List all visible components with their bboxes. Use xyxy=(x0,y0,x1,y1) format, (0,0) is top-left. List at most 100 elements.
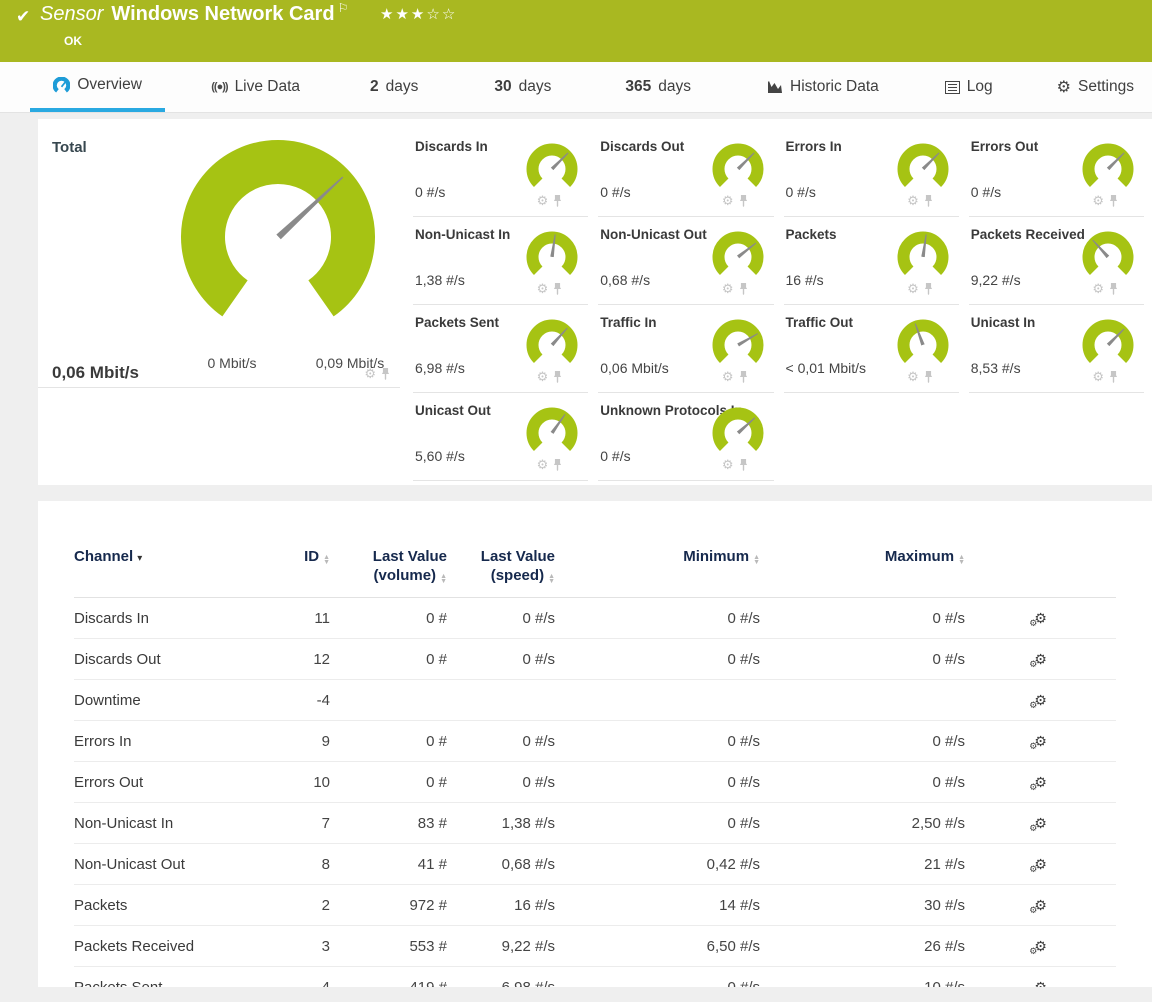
gauge-dial xyxy=(1080,229,1136,285)
pin-icon[interactable] xyxy=(924,195,933,207)
gear-icon[interactable]: ⚙ xyxy=(537,458,549,471)
channel-gauge-card[interactable]: Discards In 0 #/s ⚙ xyxy=(413,129,588,217)
channel-gauge-card[interactable]: Errors Out 0 #/s ⚙ xyxy=(969,129,1144,217)
channel-settings-button[interactable]: ⚙⚙ xyxy=(965,733,1116,750)
table-row[interactable]: Discards Out 12 0 # 0 #/s 0 #/s 0 #/s ⚙⚙ xyxy=(74,639,1116,680)
pin-icon[interactable] xyxy=(553,195,562,207)
table-row[interactable]: Packets 2 972 # 16 #/s 14 #/s 30 #/s ⚙⚙ xyxy=(74,885,1116,926)
total-gauge-card[interactable]: Total 0 Mbit/s 0,09 Mbit/s 0,06 Mbit/s ⚙ xyxy=(38,119,413,485)
gauge-dial xyxy=(524,405,580,461)
table-row[interactable]: Errors Out 10 0 # 0 #/s 0 #/s 0 #/s ⚙⚙ xyxy=(74,762,1116,803)
cell-channel: Non-Unicast In xyxy=(74,815,264,832)
column-header-last-value-speed[interactable]: Last Value (speed)▲▼ xyxy=(447,547,555,585)
channel-settings-button[interactable]: ⚙⚙ xyxy=(965,979,1116,988)
table-row[interactable]: Errors In 9 0 # 0 #/s 0 #/s 0 #/s ⚙⚙ xyxy=(74,721,1116,762)
pin-icon[interactable] xyxy=(739,195,748,207)
channel-gauge-card[interactable]: Packets Received 9,22 #/s ⚙ xyxy=(969,217,1144,305)
table-row[interactable]: Packets Received 3 553 # 9,22 #/s 6,50 #… xyxy=(74,926,1116,967)
channel-gauge-card[interactable]: Non-Unicast Out 0,68 #/s ⚙ xyxy=(598,217,773,305)
channel-settings-button[interactable]: ⚙⚙ xyxy=(965,692,1116,709)
star-filled-icon[interactable]: ★ xyxy=(395,6,410,23)
channel-gauge-card[interactable]: Traffic In 0,06 Mbit/s ⚙ xyxy=(598,305,773,393)
pin-icon[interactable] xyxy=(924,371,933,383)
gauge-title: Traffic Out xyxy=(786,315,854,330)
table-row[interactable]: Packets Sent 4 419 # 6,98 #/s 0 #/s 10 #… xyxy=(74,967,1116,987)
channel-gauge-card[interactable]: Errors In 0 #/s ⚙ xyxy=(784,129,959,217)
channel-settings-button[interactable]: ⚙⚙ xyxy=(965,856,1116,873)
gear-icon[interactable]: ⚙ xyxy=(722,282,734,295)
tab-label: Settings xyxy=(1078,78,1134,96)
table-row[interactable]: Non-Unicast Out 8 41 # 0,68 #/s 0,42 #/s… xyxy=(74,844,1116,885)
pin-icon[interactable] xyxy=(739,283,748,295)
pin-icon[interactable] xyxy=(1109,283,1118,295)
channel-gauge-card[interactable]: Non-Unicast In 1,38 #/s ⚙ xyxy=(413,217,588,305)
pin-icon[interactable] xyxy=(1109,195,1118,207)
channel-gauge-card[interactable]: Packets Sent 6,98 #/s ⚙ xyxy=(413,305,588,393)
tab-log[interactable]: Log xyxy=(927,62,1011,112)
tab-2-days[interactable]: 2 days xyxy=(352,62,436,112)
gear-icon[interactable]: ⚙ xyxy=(537,194,549,207)
gear-icon[interactable]: ⚙ xyxy=(1092,194,1104,207)
gear-icon[interactable]: ⚙ xyxy=(537,282,549,295)
sensor-name[interactable]: Windows Network Card xyxy=(111,3,334,25)
cell-last-value-volume: 0 # xyxy=(330,774,447,791)
gear-icon[interactable]: ⚙ xyxy=(1092,282,1104,295)
gear-icon[interactable]: ⚙ xyxy=(537,370,549,383)
channel-settings-button[interactable]: ⚙⚙ xyxy=(965,815,1116,832)
tab-historic-data[interactable]: Historic Data xyxy=(749,62,897,112)
tab-30-days[interactable]: 30 days xyxy=(476,62,569,112)
gear-icon[interactable]: ⚙ xyxy=(722,458,734,471)
channel-settings-button[interactable]: ⚙⚙ xyxy=(965,938,1116,955)
pin-icon[interactable] xyxy=(553,283,562,295)
tab-live-data[interactable]: ((●)) Live Data xyxy=(193,62,318,112)
star-filled-icon[interactable]: ★ xyxy=(380,6,395,23)
channel-gauge-card[interactable]: Traffic Out < 0,01 Mbit/s ⚙ xyxy=(784,305,959,393)
cell-maximum: 0 #/s xyxy=(760,733,965,750)
cell-channel: Discards In xyxy=(74,610,264,627)
channel-gauge-card[interactable]: Unicast In 8,53 #/s ⚙ xyxy=(969,305,1144,393)
tab-365-days[interactable]: 365 days xyxy=(607,62,709,112)
star-empty-icon[interactable]: ☆ xyxy=(426,6,441,23)
table-row[interactable]: Discards In 11 0 # 0 #/s 0 #/s 0 #/s ⚙⚙ xyxy=(74,598,1116,639)
channel-gauge-card[interactable]: Packets 16 #/s ⚙ xyxy=(784,217,959,305)
pin-icon[interactable] xyxy=(1109,371,1118,383)
column-header-last-value-volume[interactable]: Last Value (volume)▲▼ xyxy=(330,547,447,585)
channel-gauge-card[interactable]: Unknown Protocols In 0 #/s ⚙ xyxy=(598,393,773,481)
tab-overview[interactable]: Overview xyxy=(30,62,165,112)
column-header-channel[interactable]: Channel▾ xyxy=(74,547,264,568)
pin-icon[interactable] xyxy=(553,459,562,471)
double-gear-icon: ⚙⚙ xyxy=(1034,980,1047,988)
column-header-minimum[interactable]: Minimum▲▼ xyxy=(555,547,760,566)
gear-icon[interactable]: ⚙ xyxy=(907,194,919,207)
pin-icon[interactable] xyxy=(924,283,933,295)
pin-icon[interactable] xyxy=(553,371,562,383)
channel-settings-button[interactable]: ⚙⚙ xyxy=(965,897,1116,914)
star-empty-icon[interactable]: ☆ xyxy=(442,6,457,23)
column-header-id[interactable]: ID▲▼ xyxy=(264,547,330,566)
star-filled-icon[interactable]: ★ xyxy=(411,6,426,23)
gear-icon[interactable]: ⚙ xyxy=(722,194,734,207)
gear-icon[interactable]: ⚙ xyxy=(364,367,376,380)
channel-settings-button[interactable]: ⚙⚙ xyxy=(965,651,1116,668)
priority-flag-icon[interactable]: ⚐ xyxy=(338,1,349,15)
channel-settings-button[interactable]: ⚙⚙ xyxy=(965,774,1116,791)
gauge-value: 5,60 #/s xyxy=(415,448,465,464)
channel-gauge-card[interactable]: Unicast Out 5,60 #/s ⚙ xyxy=(413,393,588,481)
gear-icon[interactable]: ⚙ xyxy=(907,370,919,383)
pin-icon[interactable] xyxy=(739,371,748,383)
channel-gauge-card[interactable]: Discards Out 0 #/s ⚙ xyxy=(598,129,773,217)
gauge-title: Discards In xyxy=(415,139,488,154)
gear-icon[interactable]: ⚙ xyxy=(1092,370,1104,383)
pin-icon[interactable] xyxy=(381,368,390,380)
channel-settings-button[interactable]: ⚙⚙ xyxy=(965,610,1116,627)
gear-icon[interactable]: ⚙ xyxy=(907,282,919,295)
gear-icon[interactable]: ⚙ xyxy=(722,370,734,383)
table-row[interactable]: Downtime -4 ⚙⚙ xyxy=(74,680,1116,721)
column-header-maximum[interactable]: Maximum▲▼ xyxy=(760,547,965,566)
priority-stars[interactable]: ★★★☆☆ xyxy=(380,5,457,23)
cell-last-value-volume: 41 # xyxy=(330,856,447,873)
pin-icon[interactable] xyxy=(739,459,748,471)
table-body: Discards In 11 0 # 0 #/s 0 #/s 0 #/s ⚙⚙ … xyxy=(74,598,1116,987)
table-row[interactable]: Non-Unicast In 7 83 # 1,38 #/s 0 #/s 2,5… xyxy=(74,803,1116,844)
tab-settings[interactable]: ⚙ Settings xyxy=(1039,62,1152,112)
